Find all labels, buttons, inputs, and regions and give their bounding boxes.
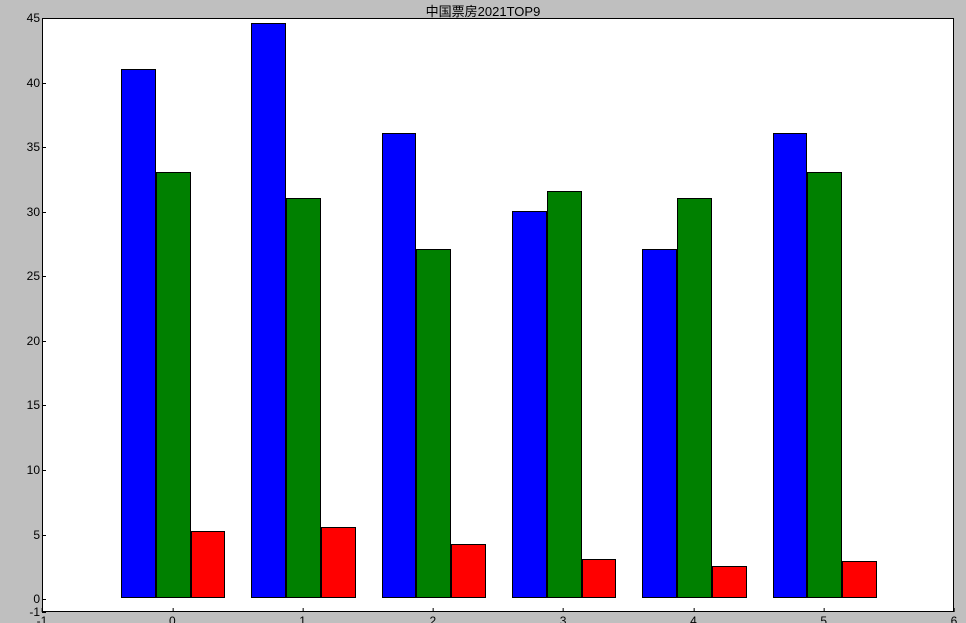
- bar-series-blue: [251, 23, 286, 598]
- bar-series-red: [321, 527, 356, 598]
- x-tick: 3: [560, 612, 567, 623]
- y-tick: 30: [10, 205, 40, 219]
- y-tick: 15: [10, 398, 40, 412]
- x-tick: 6: [951, 612, 958, 623]
- y-tick: -1: [10, 605, 40, 619]
- figure: 中国票房2021TOP9 -1051015202530354045 -10123…: [0, 0, 966, 623]
- bar-series-green: [156, 172, 191, 598]
- y-tick: 10: [10, 463, 40, 477]
- x-tick: 0: [169, 612, 176, 623]
- y-tick: 0: [10, 592, 40, 606]
- y-tick: 35: [10, 140, 40, 154]
- bar-series-green: [547, 191, 582, 598]
- x-tick: 5: [820, 612, 827, 623]
- bar-series-red: [582, 559, 617, 598]
- axes: [42, 18, 954, 612]
- x-tick: 4: [690, 612, 697, 623]
- bar-series-blue: [773, 133, 808, 598]
- x-tick: 1: [299, 612, 306, 623]
- bar-series-red: [842, 561, 877, 598]
- bar-series-red: [712, 566, 747, 598]
- bar-series-blue: [642, 249, 677, 598]
- y-tick: 5: [10, 528, 40, 542]
- bar-series-blue: [382, 133, 417, 598]
- bar-series-green: [677, 198, 712, 598]
- y-tick: 25: [10, 269, 40, 283]
- bar-series-blue: [121, 69, 156, 598]
- x-tick: 2: [430, 612, 437, 623]
- y-tick: 40: [10, 76, 40, 90]
- bar-series-green: [807, 172, 842, 598]
- y-tick: 20: [10, 334, 40, 348]
- y-tick: 45: [10, 11, 40, 25]
- bar-series-red: [451, 544, 486, 598]
- bar-series-green: [286, 198, 321, 598]
- bar-series-green: [416, 249, 451, 598]
- bar-series-blue: [512, 211, 547, 598]
- bar-series-red: [191, 531, 226, 598]
- x-tick: -1: [37, 612, 48, 623]
